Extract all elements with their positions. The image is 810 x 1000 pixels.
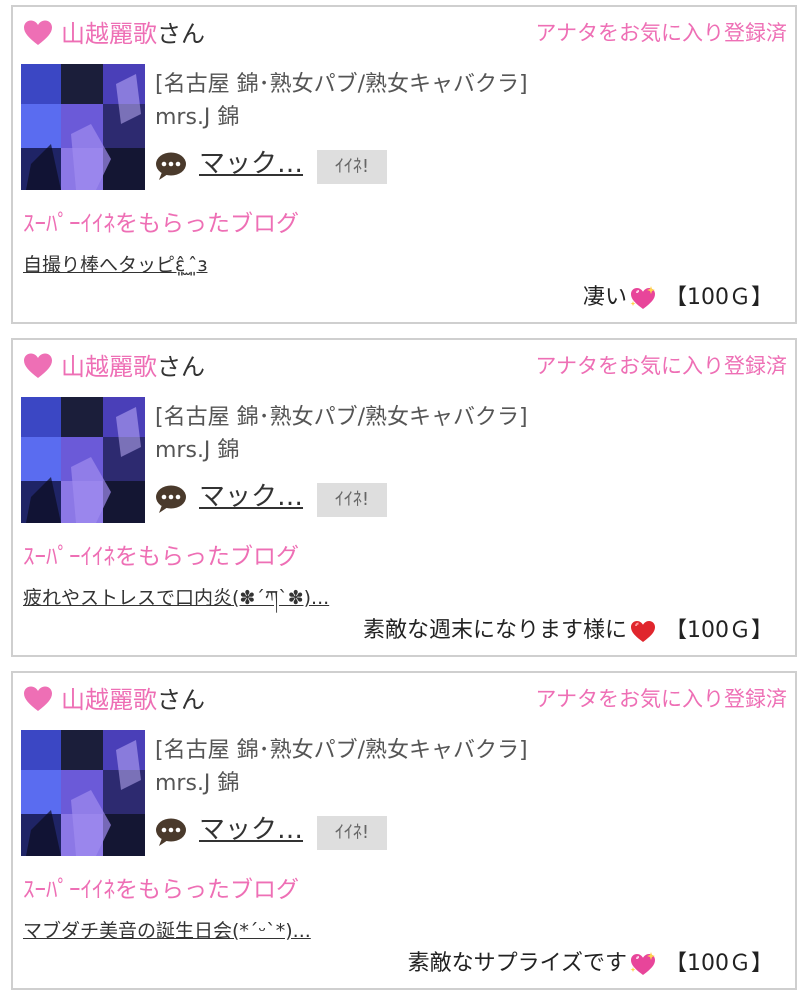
store-name: mrs.J 錦 [155,105,240,130]
user-name-text[interactable]: 山越麗歌 [61,353,157,381]
sparkling-heart-icon [630,286,655,309]
honorific: さん [157,686,205,714]
red-heart-icon [631,621,655,642]
favorite-status: アナタをお気に入り登録済 [535,687,787,711]
comment-text: 素敵な週末になります様に [362,618,627,643]
notification-feed: 山越麗歌さん アナタをお気に入り登録済 [名古屋 錦･熟女パブ/熟女キャバクラ]… [0,0,810,1000]
card-header: 山越麗歌さん アナタをお気に入り登録済 [23,681,787,721]
heart-icon [24,353,52,378]
user-name-text[interactable]: 山越麗歌 [61,20,157,48]
shop-category: [名古屋 錦･熟女パブ/熟女キャバクラ] [155,738,528,763]
message-link[interactable]: マック… [199,147,303,181]
comment-text: 凄い [582,285,627,310]
blog-title-link[interactable]: 自撮り棒へタッピɛ͈̂ ̫ ͈̂ɜ [23,252,207,278]
speech-bubble-icon [156,818,186,846]
shop-category: [名古屋 錦･熟女パブ/熟女キャバクラ] [155,72,528,97]
like-button[interactable]: ｲｲﾈ! [317,150,387,184]
card-header: 山越麗歌さん アナタをお気に入り登録済 [23,15,787,55]
like-button[interactable]: ｲｲﾈ! [317,816,387,850]
notification-card: 山越麗歌さん アナタをお気に入り登録済 [名古屋 錦･熟女パブ/熟女キャバクラ]… [11,671,797,990]
gift-comment: 凄い 【100Ｇ】 [583,283,773,313]
honorific: さん [157,20,205,48]
blog-heading: ｽｰﾊﾟｰｲｲﾈをもらったブログ [23,544,299,570]
gift-points: 【100Ｇ】 [665,951,773,976]
profile-photo [21,397,145,523]
card-header: 山越麗歌さん アナタをお気に入り登録済 [23,348,787,388]
store-name: mrs.J 錦 [155,771,240,796]
gift-comment: 素敵な週末になります様に 【100Ｇ】 [363,616,773,646]
blog-heading: ｽｰﾊﾟｰｲｲﾈをもらったブログ [23,877,299,903]
profile-thumbnail[interactable] [21,397,145,523]
user-name[interactable]: 山越麗歌さん [61,685,205,715]
user-name[interactable]: 山越麗歌さん [61,19,205,49]
like-button[interactable]: ｲｲﾈ! [317,483,387,517]
comment-text: 素敵なサプライズです [407,951,627,976]
notification-card: 山越麗歌さん アナタをお気に入り登録済 [名古屋 錦･熟女パブ/熟女キャバクラ]… [11,338,797,657]
blog-title-link[interactable]: 疲れやストレスで口内炎(✽´ཀ`✽)... [23,585,329,611]
favorite-status: アナタをお気に入り登録済 [535,21,787,45]
notification-card: 山越麗歌さん アナタをお気に入り登録済 [名古屋 錦･熟女パブ/熟女キャバクラ]… [11,5,797,324]
profile-thumbnail[interactable] [21,730,145,856]
store-name: mrs.J 錦 [155,438,240,463]
gift-points: 【100Ｇ】 [665,285,773,310]
profile-photo [21,64,145,190]
honorific: さん [157,353,205,381]
gift-points: 【100Ｇ】 [665,618,773,643]
profile-thumbnail[interactable] [21,64,145,190]
speech-bubble-icon [156,485,186,513]
shop-category: [名古屋 錦･熟女パブ/熟女キャバクラ] [155,405,528,430]
message-link[interactable]: マック… [199,480,303,514]
blog-heading: ｽｰﾊﾟｰｲｲﾈをもらったブログ [23,211,299,237]
speech-bubble-icon [156,152,186,180]
user-name-text[interactable]: 山越麗歌 [61,686,157,714]
gift-comment: 素敵なサプライズです 【100Ｇ】 [408,949,773,979]
heart-icon [24,686,52,711]
heart-icon [24,20,52,45]
blog-title-link[interactable]: マブダチ美音の誕生日会(*ˊᵕˋ*)... [23,918,311,944]
message-link[interactable]: マック… [199,813,303,847]
profile-photo [21,730,145,856]
user-name[interactable]: 山越麗歌さん [61,352,205,382]
sparkling-heart-icon [630,952,655,975]
favorite-status: アナタをお気に入り登録済 [535,354,787,378]
